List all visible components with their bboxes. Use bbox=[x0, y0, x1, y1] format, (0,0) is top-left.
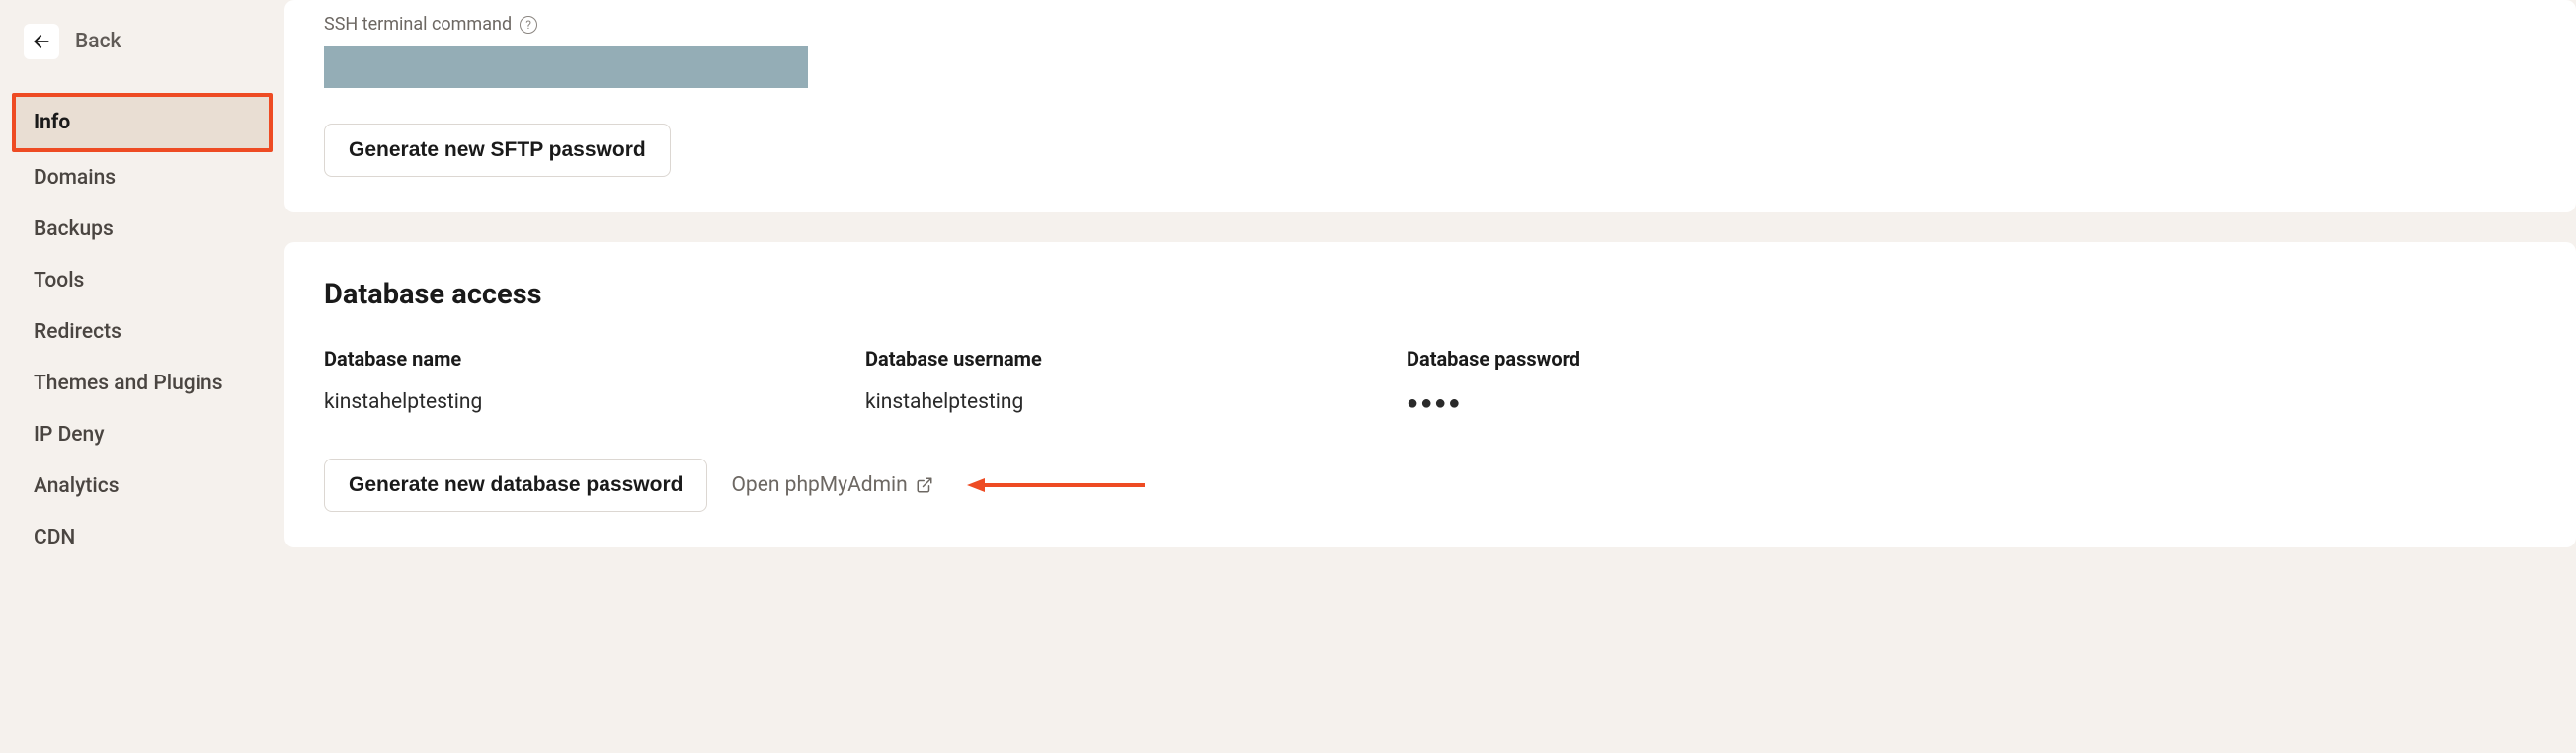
database-username-value: kinstahelptesting bbox=[865, 390, 1407, 414]
ssh-command-label: SSH terminal command bbox=[324, 14, 512, 35]
open-phpmyadmin-link[interactable]: Open phpMyAdmin bbox=[731, 473, 932, 497]
sidebar-item-backups[interactable]: Backups bbox=[12, 204, 273, 255]
database-name-col: Database name kinstahelptesting bbox=[324, 347, 865, 415]
generate-sftp-password-button[interactable]: Generate new SFTP password bbox=[324, 124, 671, 177]
database-password-label: Database password bbox=[1407, 347, 1948, 371]
button-label: Generate new database password bbox=[349, 473, 683, 497]
database-password-col: Database password ●●●● bbox=[1407, 347, 1948, 415]
database-name-value: kinstahelptesting bbox=[324, 390, 865, 414]
sidebar: Back Info Domains Backups Tools Redirect… bbox=[0, 0, 284, 753]
sidebar-item-label: Redirects bbox=[34, 320, 121, 344]
sidebar-item-label: CDN bbox=[34, 526, 75, 549]
link-label: Open phpMyAdmin bbox=[731, 473, 907, 497]
button-label: Generate new SFTP password bbox=[349, 138, 646, 162]
database-username-col: Database username kinstahelptesting bbox=[865, 347, 1407, 415]
sidebar-item-label: Domains bbox=[34, 166, 116, 190]
back-row: Back bbox=[0, 16, 284, 83]
sidebar-item-label: Backups bbox=[34, 217, 114, 241]
database-name-label: Database name bbox=[324, 347, 865, 371]
sidebar-item-label: IP Deny bbox=[34, 423, 105, 447]
sidebar-item-ip-deny[interactable]: IP Deny bbox=[12, 409, 273, 460]
main-content: SSH terminal command ? Generate new SFTP… bbox=[284, 0, 2576, 753]
sidebar-item-cdn[interactable]: CDN bbox=[12, 512, 273, 563]
sidebar-item-label: Themes and Plugins bbox=[34, 372, 223, 395]
external-link-icon bbox=[916, 476, 933, 494]
sidebar-item-label: Analytics bbox=[34, 474, 120, 498]
ssh-label-row: SSH terminal command ? bbox=[324, 14, 2536, 35]
database-info-grid: Database name kinstahelptesting Database… bbox=[324, 347, 2536, 415]
sidebar-item-themes-plugins[interactable]: Themes and Plugins bbox=[12, 358, 273, 409]
sidebar-item-analytics[interactable]: Analytics bbox=[12, 460, 273, 512]
back-label[interactable]: Back bbox=[75, 30, 121, 53]
sidebar-item-label: Info bbox=[34, 111, 70, 134]
back-button[interactable] bbox=[24, 24, 59, 59]
database-section-title: Database access bbox=[324, 242, 2536, 311]
sidebar-item-tools[interactable]: Tools bbox=[12, 255, 273, 306]
database-username-label: Database username bbox=[865, 347, 1407, 371]
arrow-left-icon bbox=[32, 32, 51, 51]
sidebar-item-label: Tools bbox=[34, 269, 84, 293]
sidebar-item-info[interactable]: Info bbox=[12, 93, 273, 152]
generate-db-password-button[interactable]: Generate new database password bbox=[324, 459, 707, 512]
ssh-command-redacted bbox=[324, 46, 808, 88]
database-card: Database access Database name kinstahelp… bbox=[284, 242, 2576, 547]
sidebar-item-domains[interactable]: Domains bbox=[12, 152, 273, 204]
annotation-arrow bbox=[967, 475, 1145, 495]
database-actions: Generate new database password Open phpM… bbox=[324, 459, 2536, 512]
sidebar-item-redirects[interactable]: Redirects bbox=[12, 306, 273, 358]
sftp-card: SSH terminal command ? Generate new SFTP… bbox=[284, 0, 2576, 212]
nav-list: Info Domains Backups Tools Redirects The… bbox=[0, 83, 284, 563]
database-password-value: ●●●● bbox=[1407, 390, 1948, 415]
help-icon[interactable]: ? bbox=[520, 16, 537, 34]
